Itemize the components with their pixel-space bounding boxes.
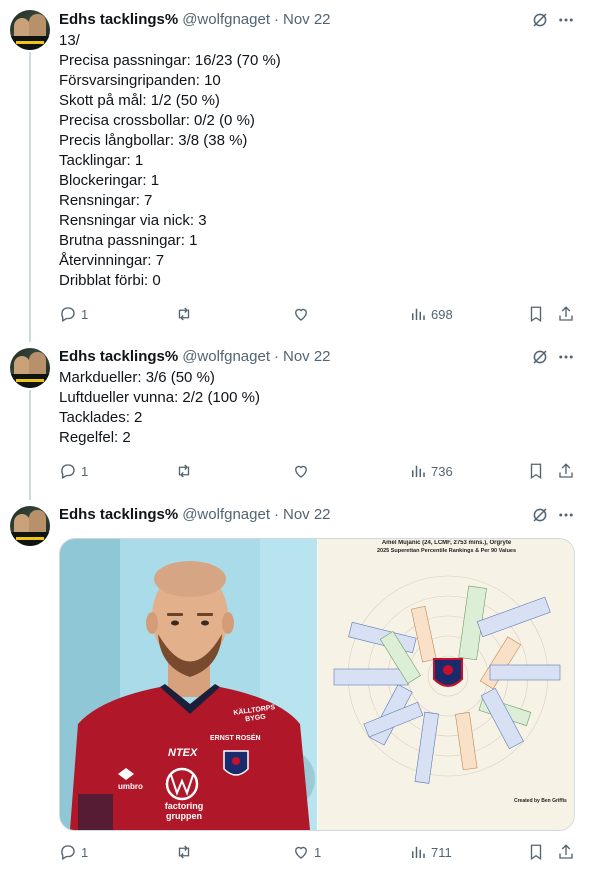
tweet-line: Tacklades: 2 <box>59 409 143 426</box>
tweet-line: Skott på mål: 1/2 (50 %) <box>59 92 220 109</box>
like-icon <box>295 846 307 859</box>
reply-count: 1 <box>81 844 89 860</box>
bookmark-icon <box>530 844 542 861</box>
retweet-button[interactable] <box>175 461 197 481</box>
tweet-line: Rensningar via nick: 3 <box>59 212 207 229</box>
reply-icon <box>61 307 75 322</box>
like-button[interactable] <box>292 461 314 481</box>
share-button[interactable] <box>557 304 575 324</box>
action-bar: 1 698 <box>59 304 579 324</box>
tweet-line: 13/ <box>59 32 80 49</box>
author-name[interactable]: Edhs tacklings% <box>59 11 178 28</box>
author-name[interactable]: Edhs tacklings% <box>59 348 178 365</box>
author-name[interactable]: Edhs tacklings% <box>59 506 178 523</box>
more-icon[interactable] <box>557 348 575 366</box>
author-handle[interactable]: @wolfgnaget <box>182 348 270 365</box>
avatar[interactable] <box>10 10 50 50</box>
tweet-line: Precisa crossbollar: 0/2 (0 %) <box>59 112 255 129</box>
jersey-brand: umbro <box>118 782 143 791</box>
action-bar: 1 736 <box>59 461 579 481</box>
action-bar: 1 1 711 <box>59 842 579 862</box>
tweet-date[interactable]: Nov 22 <box>283 506 331 523</box>
more-icon[interactable] <box>557 11 575 29</box>
tweet[interactable]: Edhs tacklings% @wolfgnaget · Nov 22 KÄL… <box>0 498 591 870</box>
retweet-icon <box>178 307 190 321</box>
jersey-sponsor-bottom: factoring gruppen <box>164 801 204 821</box>
tweet-line: Blockeringar: 1 <box>59 172 160 189</box>
reply-count: 1 <box>81 306 89 322</box>
like-button[interactable] <box>292 304 314 324</box>
grok-icon[interactable] <box>531 506 549 524</box>
like-button[interactable]: 1 <box>292 842 321 862</box>
views-icon <box>412 846 425 858</box>
separator-dot: · <box>273 10 279 28</box>
like-count: 1 <box>314 844 322 860</box>
jersey-sponsor-left: NTEX <box>168 747 198 759</box>
retweet-icon <box>178 464 190 478</box>
percentile-infographic[interactable]: Amel Mujanic (24, LCMF, 2753 mins.), Örg… <box>318 539 574 830</box>
retweet-button[interactable] <box>175 304 197 324</box>
retweet-button[interactable] <box>175 842 197 862</box>
tweet-line: Luftdueller vunna: 2/2 (100 %) <box>59 389 260 406</box>
jersey-sponsor-mid: ERNST ROSÉN <box>210 735 261 742</box>
tweet[interactable]: Edhs tacklings% @wolfgnaget · Nov 22 Mar… <box>0 340 591 498</box>
views-button[interactable]: 711 <box>409 842 452 862</box>
views-button[interactable]: 736 <box>409 461 453 481</box>
avatar[interactable] <box>10 506 50 546</box>
tweet-line: Regelfel: 2 <box>59 429 131 446</box>
tweet-line: Dribblat förbi: 0 <box>59 272 161 289</box>
tweet-line: Rensningar: 7 <box>59 192 153 209</box>
reply-button[interactable]: 1 <box>59 842 88 862</box>
like-icon <box>295 308 307 321</box>
share-button[interactable] <box>557 842 575 862</box>
player-photo[interactable]: KÄLLTORPS BYGG ERNST ROSÉN NTEX umbro fa… <box>60 539 317 830</box>
views-icon <box>412 308 425 320</box>
reply-button[interactable]: 1 <box>59 304 88 324</box>
bookmark-icon <box>530 463 542 480</box>
reply-icon <box>61 845 75 860</box>
radar-graphic <box>322 575 570 827</box>
tweet-date[interactable]: Nov 22 <box>283 348 331 365</box>
share-icon <box>559 306 573 321</box>
views-count: 736 <box>431 463 453 479</box>
author-handle[interactable]: @wolfgnaget <box>182 506 270 523</box>
separator-dot: · <box>273 505 279 523</box>
share-icon <box>559 463 573 478</box>
player-illustration <box>60 539 317 830</box>
views-icon <box>412 465 425 477</box>
reply-icon <box>61 464 75 479</box>
retweet-icon <box>178 845 190 859</box>
views-count: 711 <box>431 844 452 860</box>
tweet[interactable]: Edhs tacklings% @wolfgnaget · Nov 22 13/… <box>0 0 591 340</box>
tweet-line: Tacklingar: 1 <box>59 152 144 169</box>
tweet-line: Återvinningar: 7 <box>59 252 165 269</box>
bookmark-button[interactable] <box>527 304 545 324</box>
bookmark-button[interactable] <box>527 842 545 862</box>
bookmark-icon <box>530 306 542 323</box>
share-icon <box>559 844 573 859</box>
media-container[interactable]: KÄLLTORPS BYGG ERNST ROSÉN NTEX umbro fa… <box>59 538 575 831</box>
infographic-credit: Created by Ben Griffis <box>514 798 567 804</box>
grok-icon[interactable] <box>531 348 549 366</box>
tweet-text: Markdueller: 3/6 (50 %) Luftdueller vunn… <box>59 368 559 448</box>
share-button[interactable] <box>557 461 575 481</box>
author-handle[interactable]: @wolfgnaget <box>182 11 270 28</box>
like-icon <box>295 465 307 478</box>
tweet-line: Försvarsingripanden: 10 <box>59 72 221 89</box>
bookmark-button[interactable] <box>527 461 545 481</box>
views-button[interactable]: 698 <box>409 304 453 324</box>
views-count: 698 <box>431 306 453 322</box>
reply-count: 1 <box>81 463 89 479</box>
grok-icon[interactable] <box>531 11 549 29</box>
avatar[interactable] <box>10 348 50 388</box>
tweet-date[interactable]: Nov 22 <box>283 11 331 28</box>
separator-dot: · <box>273 347 279 365</box>
tweet-line: Markdueller: 3/6 (50 %) <box>59 369 215 386</box>
tweet-line: Precis långbollar: 3/8 (38 %) <box>59 132 248 149</box>
tweet-line: Brutna passningar: 1 <box>59 232 198 249</box>
more-icon[interactable] <box>557 506 575 524</box>
reply-button[interactable]: 1 <box>59 461 88 481</box>
tweet-text: 13/ Precisa passningar: 16/23 (70 %) För… <box>59 31 559 291</box>
tweet-line: Precisa passningar: 16/23 (70 %) <box>59 52 281 69</box>
